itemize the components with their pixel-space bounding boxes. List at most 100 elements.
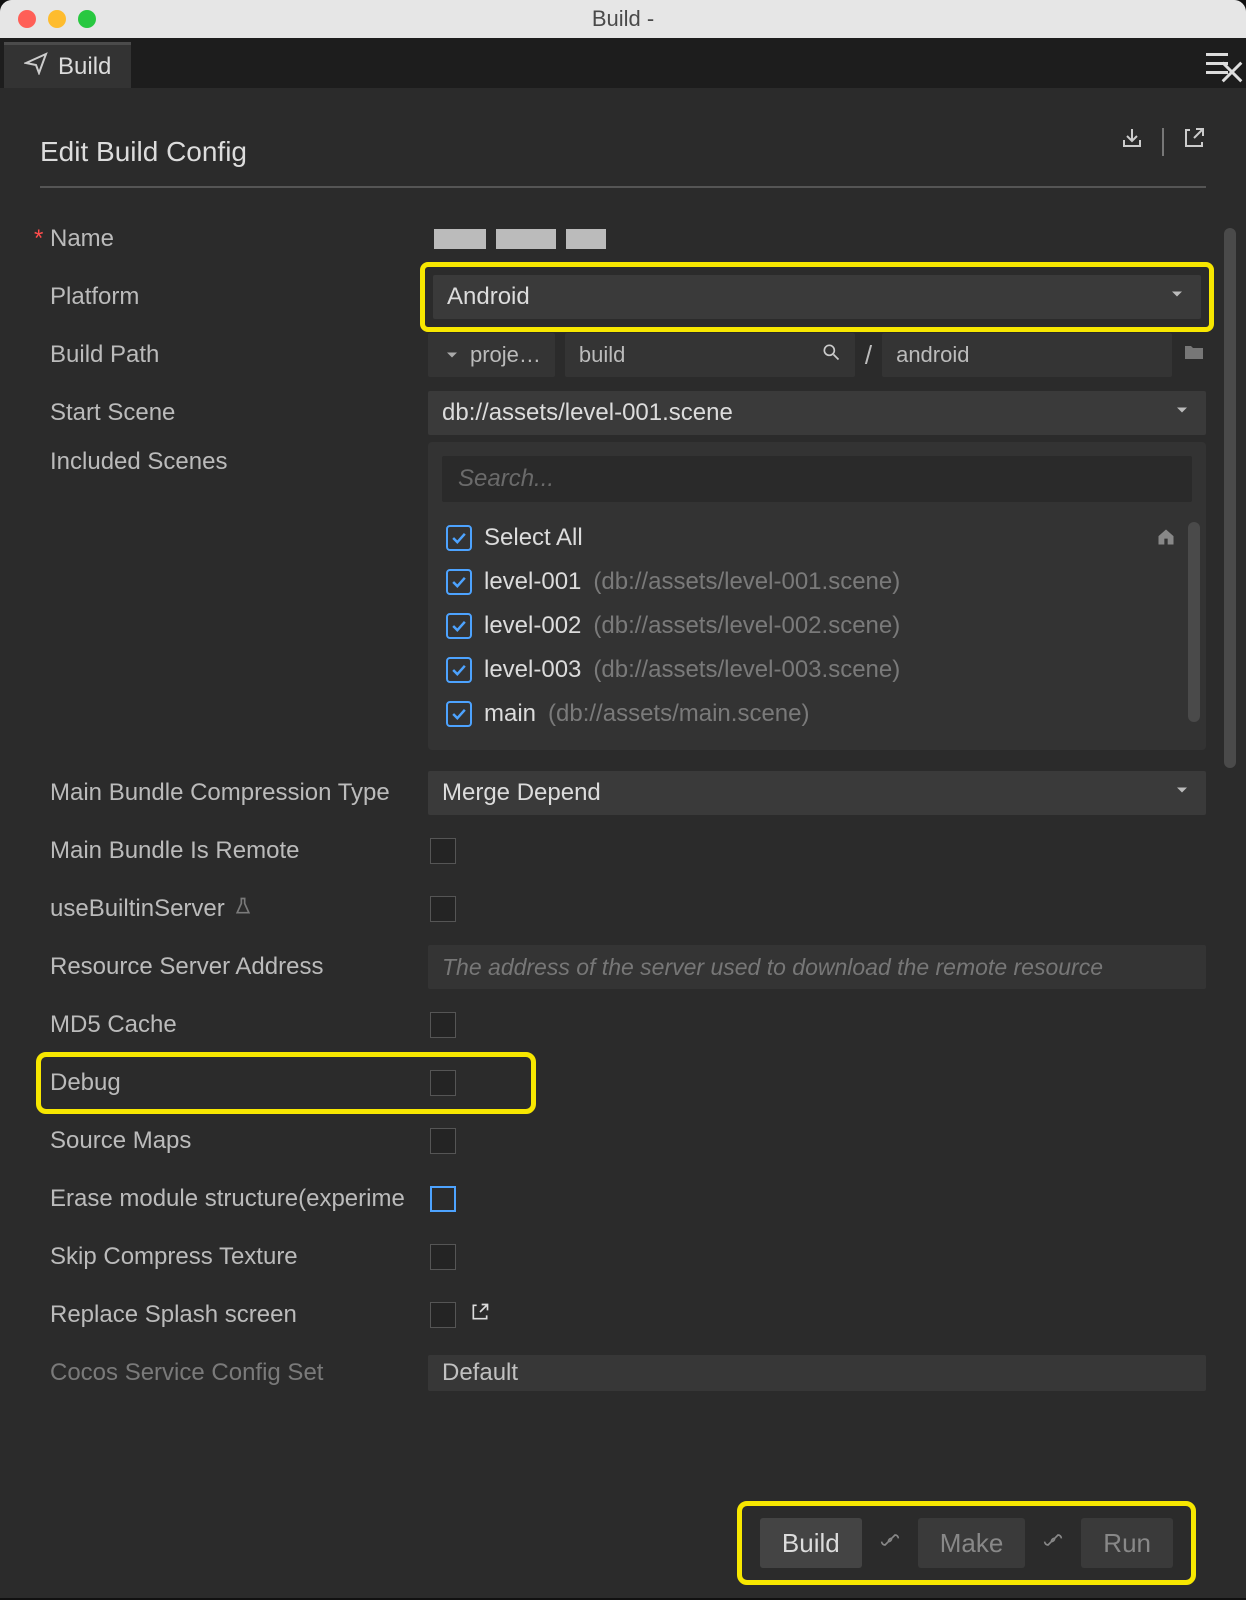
platform-select[interactable]: Android xyxy=(433,275,1201,319)
scene-path: (db://assets/level-001.scene) xyxy=(593,568,900,596)
checkbox-scene[interactable] xyxy=(446,657,472,683)
checkbox-scene[interactable] xyxy=(446,613,472,639)
folder-icon[interactable] xyxy=(1182,340,1206,371)
paper-plane-icon xyxy=(24,51,48,82)
scene-path: (db://assets/level-002.scene) xyxy=(593,612,900,640)
scene-list: Select All level-001 (db://assets/level-… xyxy=(442,516,1192,736)
build-path-root-text: proje… xyxy=(470,342,541,368)
scene-item[interactable]: level-003 (db://assets/level-003.scene) xyxy=(442,648,1192,692)
popout-icon[interactable] xyxy=(470,1301,490,1329)
label-cocos-config: Cocos Service Config Set xyxy=(40,1359,420,1387)
form: Name Platform Android xyxy=(40,210,1206,1402)
footer: Build Make Run xyxy=(0,1488,1246,1598)
start-scene-value: db://assets/level-001.scene xyxy=(442,399,733,427)
label-name: Name xyxy=(40,225,420,253)
checkbox-erase[interactable] xyxy=(430,1186,456,1212)
start-scene-select[interactable]: db://assets/level-001.scene xyxy=(428,391,1206,435)
checkbox-bundle-remote[interactable] xyxy=(430,838,456,864)
platform-value: Android xyxy=(447,283,530,311)
build-path-dir2[interactable]: android xyxy=(882,333,1172,377)
scene-item[interactable]: level-001 (db://assets/level-001.scene) xyxy=(442,560,1192,604)
checkbox-replace-splash[interactable] xyxy=(430,1302,456,1328)
panel-body: Edit Build Config Name xyxy=(0,88,1246,1598)
label-platform: Platform xyxy=(40,283,420,311)
label-md5: MD5 Cache xyxy=(40,1011,420,1039)
row-bundle-remote: Main Bundle Is Remote xyxy=(40,822,1206,880)
checkbox-sourcemaps[interactable] xyxy=(430,1128,456,1154)
traffic-lights xyxy=(18,10,96,28)
checkbox-scene[interactable] xyxy=(446,701,472,727)
checkbox-select-all[interactable] xyxy=(446,525,472,551)
label-skip-compress: Skip Compress Texture xyxy=(40,1243,420,1271)
make-button[interactable]: Make xyxy=(918,1518,1026,1568)
scene-item[interactable]: level-002 (db://assets/level-002.scene) xyxy=(442,604,1192,648)
label-debug: Debug xyxy=(40,1069,420,1097)
tab-label: Build xyxy=(58,53,111,81)
close-panel-button[interactable] xyxy=(1212,52,1246,92)
checkbox-md5[interactable] xyxy=(430,1012,456,1038)
link-icon[interactable] xyxy=(1043,1529,1063,1557)
scene-item[interactable]: main (db://assets/main.scene) xyxy=(442,692,1192,736)
scenes-scrollbar[interactable] xyxy=(1188,522,1200,722)
label-sourcemaps: Source Maps xyxy=(40,1127,420,1155)
label-builtin-server: useBuiltinServer xyxy=(40,895,420,923)
maximize-window-button[interactable] xyxy=(78,10,96,28)
run-button[interactable]: Run xyxy=(1081,1518,1173,1568)
build-path-dir1-text: build xyxy=(579,342,625,368)
label-bundle-remote: Main Bundle Is Remote xyxy=(40,837,420,865)
compression-select[interactable]: Merge Depend xyxy=(428,771,1206,815)
link-icon[interactable] xyxy=(880,1529,900,1557)
window: Build - Build Edit Build Config xyxy=(0,0,1246,1598)
resource-server-input[interactable]: The address of the server used to downlo… xyxy=(428,945,1206,989)
vertical-divider xyxy=(1162,128,1164,156)
chevron-down-icon xyxy=(1167,283,1187,311)
row-included-scenes: Included Scenes Select All xyxy=(40,442,1206,750)
label-erase: Erase module structure(experime xyxy=(40,1185,420,1213)
row-resource-server: Resource Server Address The address of t… xyxy=(40,938,1206,996)
redacted-name xyxy=(434,229,606,249)
row-build-path: Build Path proje… build / android xyxy=(40,326,1206,384)
flask-icon xyxy=(233,895,253,923)
build-button[interactable]: Build xyxy=(760,1518,862,1568)
build-path-dir2-text: android xyxy=(896,342,969,368)
path-separator: / xyxy=(865,340,872,371)
row-sourcemaps: Source Maps xyxy=(40,1112,1206,1170)
panel-title: Edit Build Config xyxy=(40,136,247,168)
export-icon[interactable] xyxy=(1182,126,1206,157)
scene-name: level-001 xyxy=(484,568,581,596)
checkbox-skip-compress[interactable] xyxy=(430,1244,456,1270)
label-replace-splash: Replace Splash screen xyxy=(40,1301,420,1329)
cocos-config-select[interactable]: Default xyxy=(428,1355,1206,1391)
row-platform: Platform Android xyxy=(40,268,1206,326)
close-window-button[interactable] xyxy=(18,10,36,28)
import-icon[interactable] xyxy=(1120,126,1144,157)
select-all-label: Select All xyxy=(484,524,583,552)
header-actions xyxy=(1120,126,1206,157)
search-icon[interactable] xyxy=(821,342,841,368)
panel-scrollbar[interactable] xyxy=(1224,228,1236,768)
scene-search-input[interactable] xyxy=(442,456,1192,502)
scene-path: (db://assets/main.scene) xyxy=(548,700,809,728)
window-title: Build - xyxy=(592,6,654,32)
home-icon[interactable] xyxy=(1156,526,1176,554)
row-erase: Erase module structure(experime xyxy=(40,1170,1206,1228)
tab-build[interactable]: Build xyxy=(4,42,131,88)
panel-header: Edit Build Config xyxy=(40,118,1206,188)
checkbox-builtin-server[interactable] xyxy=(430,896,456,922)
row-md5: MD5 Cache xyxy=(40,996,1206,1054)
minimize-window-button[interactable] xyxy=(48,10,66,28)
scene-path: (db://assets/level-003.scene) xyxy=(593,656,900,684)
scene-name: level-003 xyxy=(484,656,581,684)
compression-value: Merge Depend xyxy=(442,779,601,807)
row-cocos-config: Cocos Service Config Set Default xyxy=(40,1344,1206,1402)
scene-select-all[interactable]: Select All xyxy=(442,516,1192,560)
checkbox-debug[interactable] xyxy=(430,1070,456,1096)
label-compression: Main Bundle Compression Type xyxy=(40,779,420,807)
scenes-box: Select All level-001 (db://assets/level-… xyxy=(428,442,1206,750)
checkbox-scene[interactable] xyxy=(446,569,472,595)
build-path-root[interactable]: proje… xyxy=(428,333,555,377)
footer-buttons-highlight: Build Make Run xyxy=(737,1501,1196,1585)
label-build-path: Build Path xyxy=(40,341,420,369)
build-path-dir1[interactable]: build xyxy=(565,333,855,377)
name-input[interactable] xyxy=(428,217,1206,261)
